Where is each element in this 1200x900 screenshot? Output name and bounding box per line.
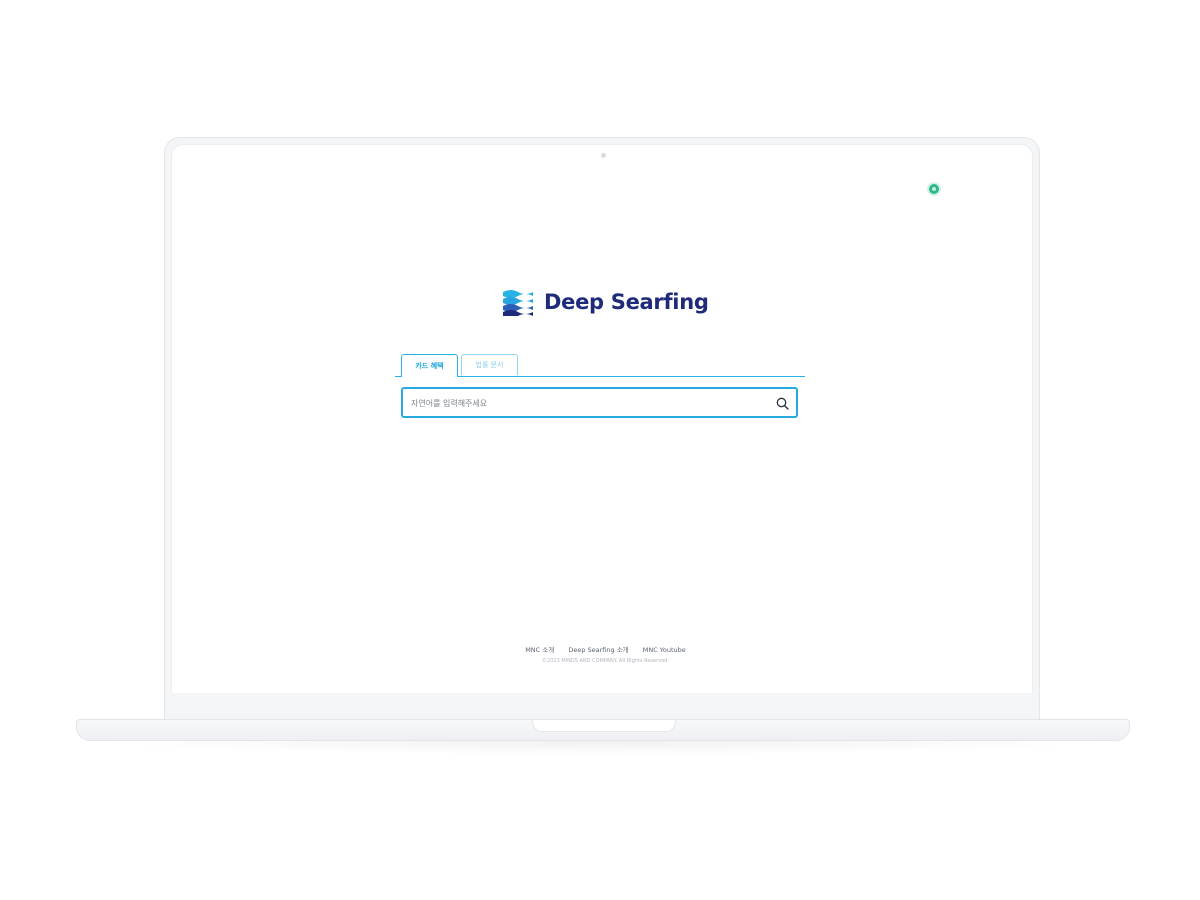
status-toggle[interactable] bbox=[929, 184, 942, 194]
search-box bbox=[401, 387, 798, 418]
footer-link-mnc-about[interactable]: MNC 소개 bbox=[525, 646, 554, 654]
search-icon bbox=[776, 397, 789, 410]
wave-logo-icon bbox=[503, 290, 533, 316]
search-input[interactable] bbox=[409, 389, 773, 418]
tab-card-benefits[interactable]: 카드 혜택 bbox=[401, 354, 458, 377]
footer-link-deep-searfing-about[interactable]: Deep Searfing 소개 bbox=[568, 646, 628, 654]
laptop-shadow bbox=[90, 741, 1116, 755]
search-button[interactable] bbox=[773, 394, 791, 412]
webcam bbox=[601, 153, 606, 158]
laptop-notch bbox=[532, 720, 676, 732]
brand-name: Deep Searfing bbox=[544, 290, 709, 314]
footer-links: MNC 소개 Deep Searfing 소개 MNC Youtube bbox=[183, 644, 1028, 654]
footer-link-mnc-youtube[interactable]: MNC Youtube bbox=[643, 646, 686, 654]
app-screen: Deep Searfing 카드 혜택 법률 문서 MNC 소개 Deep Se… bbox=[183, 172, 1028, 693]
search-tabs: 카드 혜택 법률 문서 bbox=[395, 354, 805, 377]
logo: Deep Searfing bbox=[502, 288, 709, 316]
copyright: ©2023 MINDS AND COMPANY. All Rights Rese… bbox=[542, 658, 669, 664]
tab-legal-documents[interactable]: 법률 문서 bbox=[461, 354, 518, 375]
status-dot-icon bbox=[929, 184, 939, 194]
